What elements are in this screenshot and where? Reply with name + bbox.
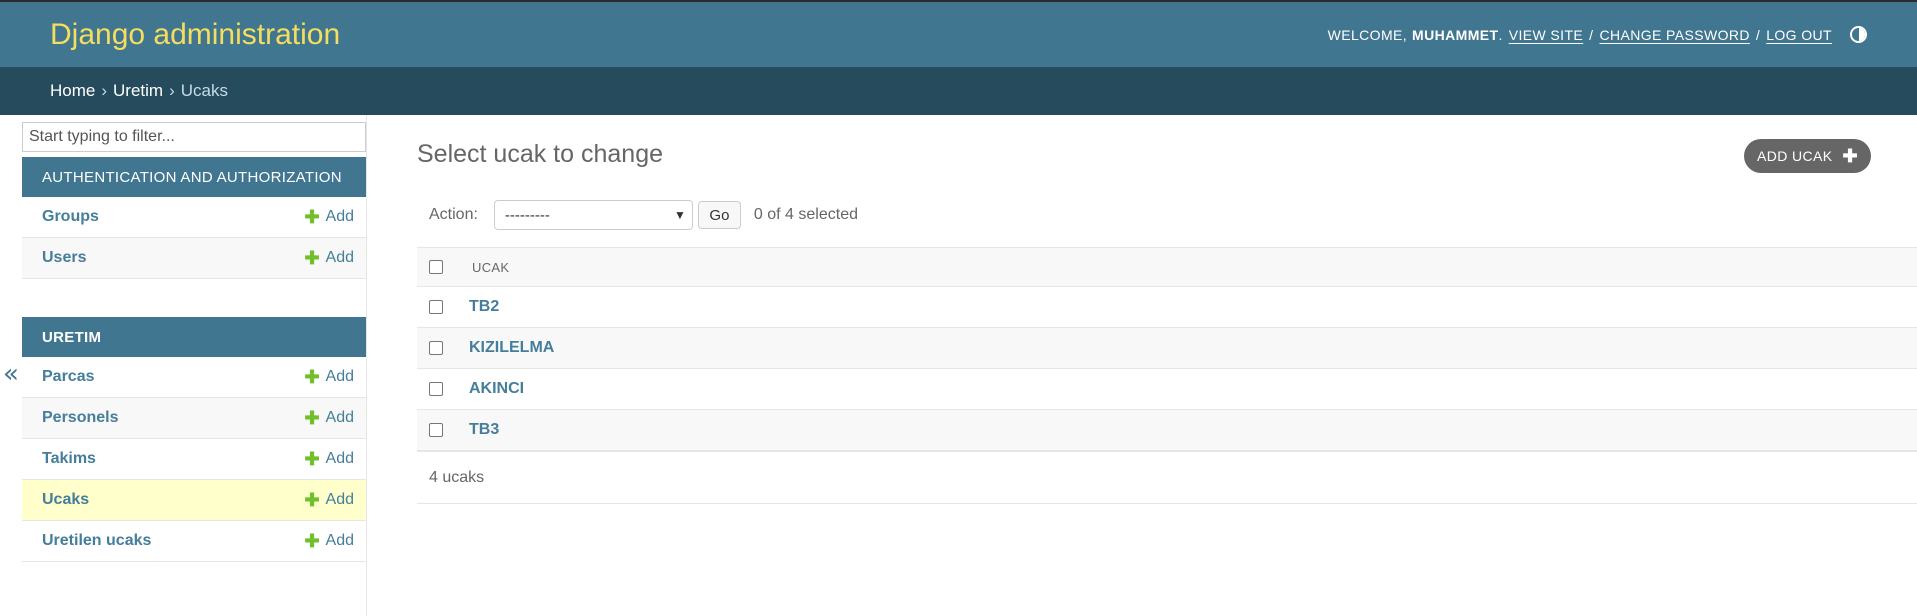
add-label: Add [325,208,354,225]
row-link[interactable]: TB2 [469,298,499,316]
welcome-text: WELCOME, [1327,26,1408,43]
add-label: Add [325,450,354,467]
module-caption-auth[interactable]: AUTHENTICATION AND AUTHORIZATION [22,157,366,197]
add-label: Add [325,368,354,385]
sidebar-item-takims: Takims ✚ Add [22,439,366,480]
breadcrumb-separator: › [101,81,108,100]
toggle-sidebar-button[interactable]: « [0,115,22,616]
breadcrumb-current: Ucaks [180,81,228,100]
breadcrumb-separator: › [169,81,175,100]
separator: / [1755,26,1761,43]
site-title[interactable]: Django administration [50,18,340,52]
sidebar-item-label[interactable]: Groups [42,208,99,226]
chevron-down-icon: ▼ [674,208,686,222]
table-row: KIZILELMA [417,328,1917,369]
change-password-link[interactable]: CHANGE PASSWORD [1599,27,1749,43]
table-header: UCAK [417,247,1917,287]
sidebar-item-label[interactable]: Takims [42,450,96,468]
table-row: AKINCI [417,369,1917,410]
add-parcas-link[interactable]: ✚ Add [304,368,354,386]
plus-icon: ✚ [304,490,320,510]
sidebar-item-groups: Groups ✚ Add [22,197,366,238]
row-checkbox[interactable] [429,382,443,396]
table-row: TB3 [417,410,1917,451]
module-spacer [22,279,366,317]
sidebar-item-uretilen-ucaks: Uretilen ucaks ✚ Add [22,521,366,562]
welcome-period: . [1498,26,1503,43]
results-table: UCAK TB2 KIZILELMA AKINCI TB3 [417,247,1917,451]
row-checkbox[interactable] [429,341,443,355]
row-link[interactable]: TB3 [469,421,499,439]
row-link[interactable]: KIZILELMA [469,339,554,357]
sidebar-item-label[interactable]: Uretilen ucaks [42,532,151,550]
view-site-link[interactable]: VIEW SITE [1509,27,1583,43]
action-select[interactable]: --------- ▼ [493,200,693,230]
user-tools: WELCOME, MUHAMMET . VIEW SITE / CHANGE P… [1328,26,1867,43]
breadcrumb-home[interactable]: Home [50,81,95,101]
plus-icon: ✚ [304,367,320,387]
sidebar-item-users: Users ✚ Add [22,238,366,279]
half-circle-icon[interactable] [1850,26,1867,43]
header: Django administration WELCOME, MUHAMMET … [0,0,1917,67]
action-select-value: --------- [504,206,550,224]
row-checkbox[interactable] [429,300,443,314]
breadcrumb-app[interactable]: Uretim [113,81,163,101]
content: Select ucak to change ADD UCAK ✚ Action:… [367,115,1917,616]
add-ucak-label: ADD UCAK [1756,148,1833,164]
add-takims-link[interactable]: ✚ Add [304,450,354,468]
sidebar-item-parcas: Parcas ✚ Add [22,357,366,398]
plus-icon: ✚ [304,408,320,428]
row-link[interactable]: AKINCI [469,380,524,398]
sidebar-item-label[interactable]: Ucaks [42,491,89,509]
column-header-ucak[interactable]: UCAK [472,260,509,275]
action-counter: 0 of 4 selected [753,206,858,223]
add-ucak-button[interactable]: ADD UCAK ✚ [1743,139,1871,173]
separator: / [1589,26,1594,43]
paginator: 4 ucaks [417,451,1917,504]
sidebar-item-label[interactable]: Personels [42,409,118,427]
plus-icon: ✚ [304,207,320,227]
result-count: 4 ucaks [429,468,485,486]
breadcrumb: Home › Uretim › Ucaks [0,67,1917,115]
username: MUHAMMET [1412,26,1499,43]
plus-icon: ✚ [304,248,320,268]
add-users-link[interactable]: ✚ Add [304,249,354,267]
add-uretilen-ucaks-link[interactable]: ✚ Add [304,532,354,550]
module-caption-uretim[interactable]: URETIM [22,317,366,357]
sidebar-item-ucaks: Ucaks ✚ Add [22,480,366,521]
sidebar: AUTHENTICATION AND AUTHORIZATION Groups … [22,115,367,616]
log-out-link[interactable]: LOG OUT [1766,27,1832,43]
action-label: Action: [429,206,478,223]
add-personels-link[interactable]: ✚ Add [304,409,354,427]
go-button[interactable]: Go [697,201,741,229]
sidebar-item-label[interactable]: Parcas [42,368,95,386]
sidebar-filter-input[interactable] [22,122,366,152]
table-row: TB2 [417,287,1917,328]
plus-icon: ✚ [304,531,320,551]
add-ucaks-link[interactable]: ✚ Add [304,491,354,509]
sidebar-item-personels: Personels ✚ Add [22,398,366,439]
plus-icon: ✚ [1842,145,1858,166]
add-label: Add [325,409,354,426]
sidebar-item-label[interactable]: Users [42,249,86,267]
page-title: Select ucak to change [417,140,663,168]
add-label: Add [325,532,354,549]
actions-bar: Action: --------- ▼ Go 0 of 4 selected [417,195,1917,235]
main: « AUTHENTICATION AND AUTHORIZATION Group… [0,115,1917,616]
add-label: Add [325,491,354,508]
row-checkbox[interactable] [429,423,443,437]
add-label: Add [325,249,354,266]
plus-icon: ✚ [304,449,320,469]
add-groups-link[interactable]: ✚ Add [304,208,354,226]
select-all-checkbox[interactable] [429,260,443,274]
